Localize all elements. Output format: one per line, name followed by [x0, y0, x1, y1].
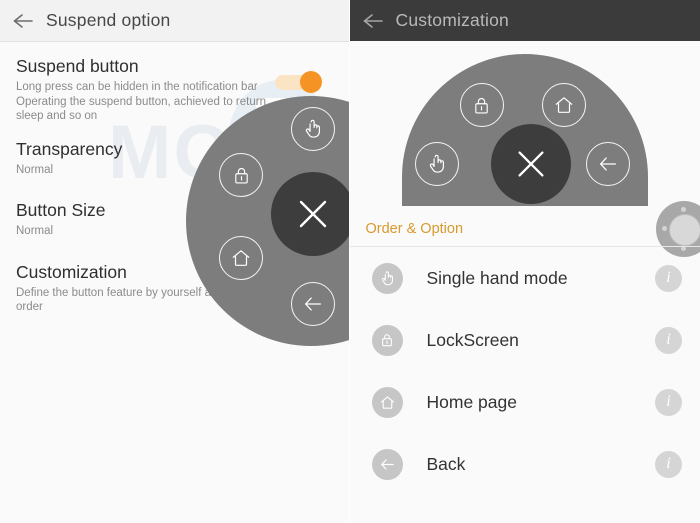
section-header-order-option: Order & Option [365, 221, 464, 237]
preview-single-hand-button[interactable] [414, 142, 459, 186]
overlay-single-hand-button[interactable] [291, 107, 335, 151]
lock-icon [234, 167, 248, 184]
list-item-back[interactable]: Back i [350, 433, 700, 495]
list-item-title: Suspend button [16, 56, 139, 76]
home-icon [232, 250, 250, 266]
list-item-subtitle: Long press can be hidden in the notifica… [16, 81, 270, 122]
overlay-home-button[interactable] [219, 236, 263, 280]
dual-screenshot-container: MOBIGYAAN Suspend option Suspend button … [0, 0, 700, 523]
hand-pointer-icon [305, 119, 321, 138]
overlay-back-button[interactable] [291, 282, 335, 326]
info-icon[interactable]: i [655, 264, 682, 292]
list-item-lockscreen[interactable]: LockScreen i [350, 309, 700, 371]
overlay-close-button[interactable] [271, 172, 349, 256]
list-item-label: Back [426, 453, 466, 474]
info-icon[interactable]: i [655, 326, 682, 354]
left-header-bar: Suspend option [0, 0, 349, 42]
right-header-bar: Customization [349, 0, 700, 41]
list-item-home-page[interactable]: Home page i [350, 371, 700, 433]
nav-ball-dot [681, 207, 686, 212]
suspend-button-toggle[interactable] [274, 71, 327, 93]
home-icon [555, 97, 572, 113]
info-icon[interactable]: i [655, 450, 682, 478]
lock-icon [371, 324, 403, 356]
page-title: Customization [395, 10, 509, 30]
hand-pointer-icon [429, 154, 444, 173]
back-arrow-icon [371, 448, 403, 480]
close-x-icon [299, 200, 327, 228]
back-arrow-icon [599, 157, 616, 171]
back-arrow-icon[interactable] [0, 0, 46, 41]
list-item-single-hand-mode[interactable]: Single hand mode i [350, 247, 700, 309]
page-title: Suspend option [46, 10, 171, 30]
lock-icon [475, 97, 488, 114]
toggle-knob [299, 71, 322, 93]
list-item-label: LockScreen [426, 329, 519, 350]
list-item-label: Home page [426, 391, 517, 412]
close-x-icon [517, 151, 544, 177]
preview-home-button[interactable] [541, 83, 586, 127]
home-icon [371, 386, 403, 418]
right-phone-screen: Customization Order & Option Single hand… [348, 0, 700, 523]
order-option-list: Single hand mode i LockScreen i Home pag… [350, 247, 700, 495]
back-arrow-icon[interactable] [350, 0, 396, 41]
info-icon[interactable]: i [655, 388, 682, 416]
hand-pointer-icon [371, 262, 403, 294]
overlay-lockscreen-button[interactable] [219, 153, 263, 197]
left-phone-screen: MOBIGYAAN Suspend option Suspend button … [0, 0, 349, 523]
list-item-label: Single hand mode [426, 267, 568, 288]
back-arrow-icon [305, 297, 321, 311]
preview-back-button[interactable] [585, 142, 630, 186]
button-layout-preview [350, 41, 700, 257]
preview-lockscreen-button[interactable] [459, 83, 504, 127]
preview-close-button[interactable] [490, 124, 571, 204]
